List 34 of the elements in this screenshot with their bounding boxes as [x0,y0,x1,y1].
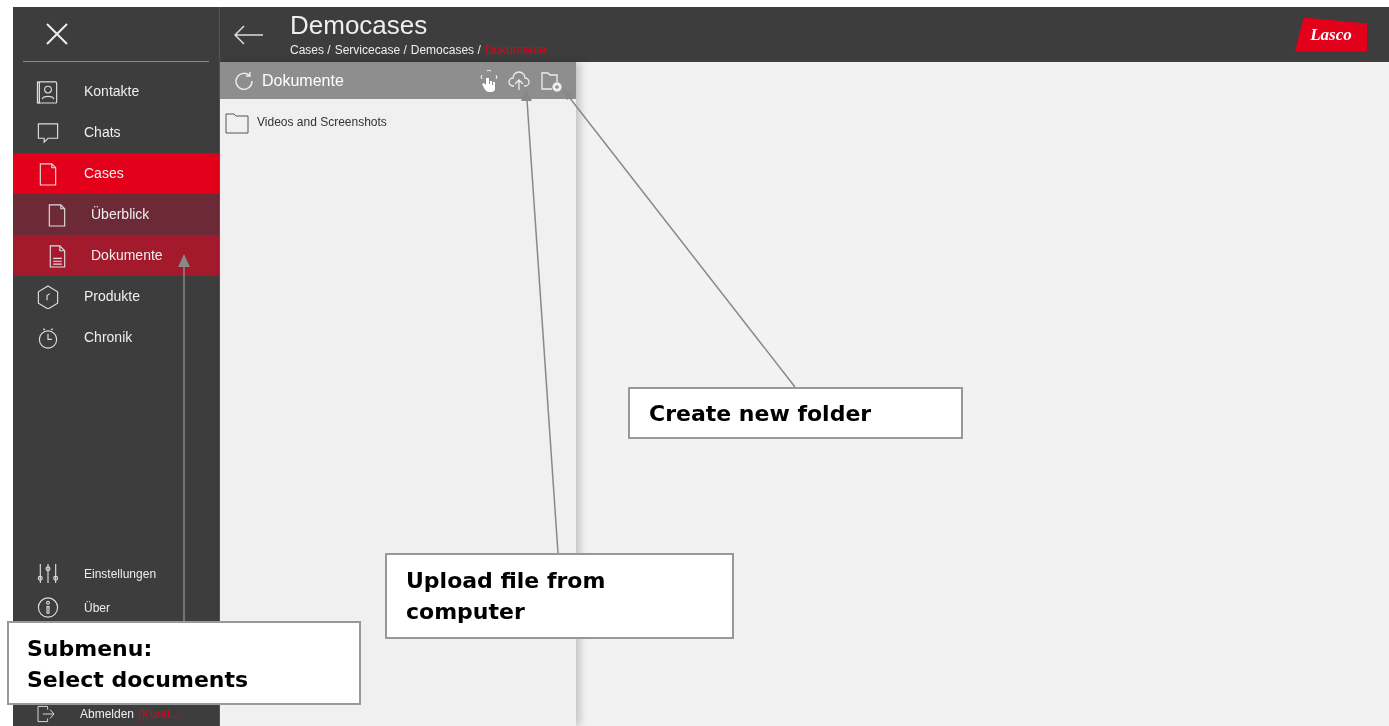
nav-item[interactable]: Cases [13,153,219,194]
callout-note: Upload file from computer [385,553,734,639]
folder-icon [225,110,249,134]
page-title: Democases [290,10,429,39]
nav-item[interactable]: Chronik [13,317,219,358]
refresh-icon[interactable] [234,70,254,91]
callout-note: Create new folder [628,387,963,439]
close-icon[interactable] [45,22,69,46]
panel-title: Dokumente [262,70,344,91]
nav-item[interactable]: Kontakte [13,71,219,112]
hexagon-icon [36,284,60,309]
breadcrumb-link[interactable]: Cases / [290,40,331,59]
speech-bubble-icon [36,120,60,145]
back-arrow-icon[interactable] [234,24,264,45]
logo: Lasco [1295,17,1367,52]
breadcrumb-link[interactable]: Democases / [410,40,481,59]
new-folder-icon[interactable] [540,69,562,92]
cloud-upload-icon[interactable] [508,70,530,91]
nav-item[interactable]: Produkte [13,276,219,317]
stopwatch-icon [36,325,60,350]
sliders-icon [36,562,60,586]
nav-item[interactable]: Chats [13,112,219,153]
callout-note: Submenu: Select documents [7,621,361,705]
breadcrumb-link[interactable]: Servicecase / [334,40,407,59]
nav-item[interactable]: Überblick [13,194,219,235]
nav-item[interactable]: Dokumente [13,235,219,276]
nav-item[interactable]: Abmelden (Kund... [13,702,219,726]
contact-book-icon [36,79,60,104]
folder-row[interactable]: Videos and Screenshots [220,109,576,135]
touch-hand-icon[interactable] [480,69,498,92]
nav-item[interactable]: Über [13,595,219,621]
info-icon [36,596,60,620]
logout-icon [36,704,56,724]
nav-item[interactable]: Einstellungen [13,561,219,587]
